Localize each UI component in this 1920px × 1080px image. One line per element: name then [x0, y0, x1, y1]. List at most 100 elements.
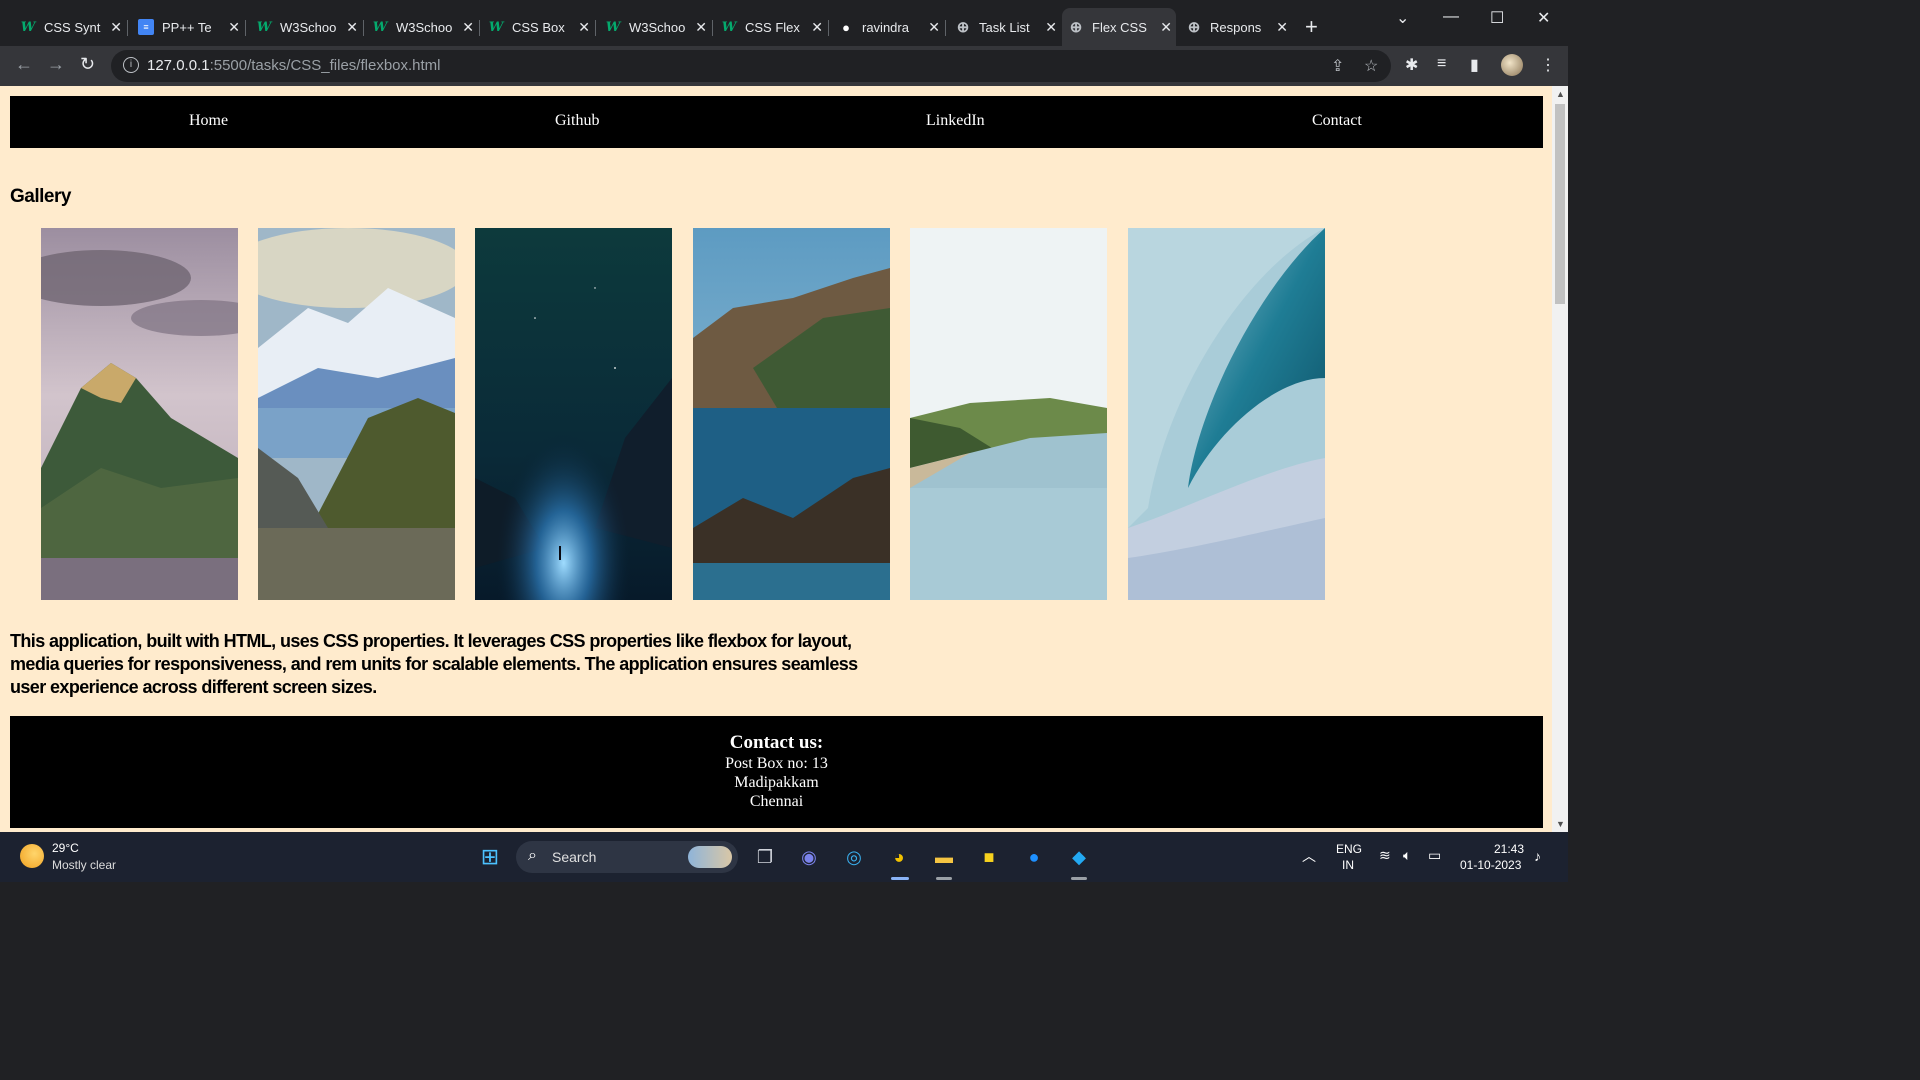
site-info-icon[interactable]: i: [123, 57, 139, 73]
region-indicator[interactable]: IN: [1342, 858, 1354, 872]
gallery-image-wave: [1128, 228, 1325, 600]
page-scrollbar[interactable]: ▲ ▼: [1552, 86, 1568, 832]
gallery-heading: Gallery: [10, 186, 71, 207]
bookmark-star-icon[interactable]: ☆: [1364, 56, 1378, 76]
maximize-icon[interactable]: ☐: [1490, 8, 1504, 28]
minimize-icon[interactable]: —: [1443, 8, 1459, 26]
new-tab-plus-icon[interactable]: +: [1305, 14, 1318, 40]
browser-tab[interactable]: W CSS Box ✕: [482, 12, 596, 42]
browser-tab-active[interactable]: ⊕ Flex CSS ✕: [1062, 8, 1176, 46]
docs-icon: ≡: [138, 19, 154, 35]
address-bar[interactable]: i 127.0.0.1:5500/tasks/CSS_files/flexbox…: [111, 50, 1391, 82]
browser-tab[interactable]: W W3Schoo ✕: [366, 12, 480, 42]
search-placeholder: Search: [552, 849, 597, 865]
close-icon[interactable]: ✕: [110, 19, 122, 36]
active-app-indicator: [891, 877, 909, 880]
taskbar-search[interactable]: ⌕ Search: [516, 841, 738, 873]
chrome-browser-icon[interactable]: ◕: [886, 844, 912, 870]
tab-title: W3Schoo: [629, 19, 686, 35]
windows-start-icon[interactable]: ⊞: [477, 844, 503, 870]
tab-title: W3Schoo: [280, 19, 337, 35]
close-icon[interactable]: ✕: [462, 19, 474, 36]
search-icon: ⌕: [528, 847, 537, 864]
weather-moon-icon[interactable]: [20, 844, 44, 868]
browser-tab[interactable]: ⊕ Task List ✕: [949, 12, 1061, 42]
close-icon[interactable]: ✕: [1045, 19, 1057, 36]
scroll-down-arrow-icon[interactable]: ▼: [1556, 819, 1565, 829]
notification-bell-icon[interactable]: ♪: [1534, 848, 1541, 864]
tab-title: CSS Synt: [44, 19, 101, 35]
site-navbar: Home Github LinkedIn Contact: [10, 96, 1543, 148]
footer-contact-title: Contact us:: [729, 732, 824, 753]
vscode-icon[interactable]: ◆: [1066, 844, 1092, 870]
url-host: 127.0.0.1: [147, 57, 210, 74]
file-explorer-icon[interactable]: ▬: [931, 844, 957, 870]
language-indicator[interactable]: ENG: [1336, 842, 1362, 856]
nav-home-link[interactable]: Home: [189, 112, 228, 130]
browser-tab[interactable]: ⊕ Respons ✕: [1180, 12, 1292, 42]
browser-tab[interactable]: W CSS Flex ✕: [715, 12, 829, 42]
reload-icon[interactable]: ↻: [80, 54, 95, 75]
browser-tab[interactable]: W W3Schoo ✕: [250, 12, 364, 42]
url-path: :5500/tasks/CSS_files/flexbox.html: [209, 57, 441, 74]
nav-linkedin-link[interactable]: LinkedIn: [926, 112, 985, 130]
w3schools-icon: W: [605, 19, 621, 35]
side-panel-icon[interactable]: ▮: [1470, 55, 1479, 75]
tab-search-chevron-icon[interactable]: ⌄: [1396, 8, 1409, 28]
tab-title: CSS Flex: [745, 19, 800, 35]
window-close-icon[interactable]: ✕: [1537, 8, 1550, 28]
browser-tab[interactable]: ● ravindra ✕: [832, 12, 946, 42]
nav-contact-link[interactable]: Contact: [1312, 112, 1362, 130]
volume-icon[interactable]: 🔈︎: [1403, 847, 1411, 864]
w3schools-icon: W: [256, 19, 272, 35]
close-icon[interactable]: ✕: [1160, 19, 1172, 36]
app-icon[interactable]: ●: [1021, 844, 1047, 870]
browser-tab[interactable]: W W3Schoo ✕: [599, 12, 713, 42]
close-icon[interactable]: ✕: [578, 19, 590, 36]
close-icon[interactable]: ✕: [346, 19, 358, 36]
tab-title: Respons: [1210, 19, 1262, 35]
profile-avatar[interactable]: [1501, 54, 1523, 76]
forward-arrow-icon[interactable]: →: [47, 54, 65, 75]
footer-address-line: Chennai: [749, 793, 804, 810]
close-icon[interactable]: ✕: [695, 19, 707, 36]
url-text[interactable]: 127.0.0.1:5500/tasks/CSS_files/flexbox.h…: [147, 57, 441, 74]
clock-time[interactable]: 21:43: [1494, 842, 1524, 856]
extensions-puzzle-icon[interactable]: ✱: [1405, 55, 1418, 75]
media-control-icon[interactable]: ≡: [1437, 55, 1446, 73]
tab-title: ravindra: [862, 19, 909, 35]
close-icon[interactable]: ✕: [811, 19, 823, 36]
tab-title: CSS Box: [512, 19, 565, 35]
tray-chevron-up-icon[interactable]: ︿: [1302, 846, 1316, 866]
task-view-icon[interactable]: ❐: [752, 844, 778, 870]
app-description: This application, built with HTML, uses …: [10, 631, 858, 697]
back-arrow-icon[interactable]: ←: [15, 54, 33, 75]
globe-icon: ⊕: [1187, 19, 1201, 36]
close-icon[interactable]: ✕: [1276, 19, 1288, 36]
clock-date[interactable]: 01-10-2023: [1460, 858, 1521, 872]
scrollbar-thumb[interactable]: [1555, 104, 1565, 304]
sticky-notes-icon[interactable]: ■: [976, 844, 1002, 870]
browser-tab[interactable]: W CSS Synt ✕: [14, 12, 128, 42]
gallery-image-mountain: [41, 228, 238, 600]
windows-taskbar: 29°C Mostly clear ⊞ ⌕ Search ❐ ◉ ◎ ◕ ▬ ■…: [0, 832, 1568, 882]
search-highlight-image: [688, 846, 732, 868]
battery-icon[interactable]: ▭: [1428, 847, 1441, 864]
kebab-menu-icon[interactable]: ⋮: [1540, 55, 1556, 75]
scroll-up-arrow-icon[interactable]: ▲: [1556, 89, 1565, 99]
browser-tab-strip: W CSS Synt ✕ ≡ PP++ Te ✕ W W3Schoo ✕ W W…: [0, 0, 1568, 46]
close-icon[interactable]: ✕: [228, 19, 240, 36]
weather-temperature[interactable]: 29°C: [52, 841, 79, 855]
edge-browser-icon[interactable]: ◎: [841, 844, 867, 870]
w3schools-icon: W: [488, 19, 504, 35]
close-icon[interactable]: ✕: [928, 19, 940, 36]
share-icon[interactable]: ⇪: [1331, 56, 1344, 76]
tab-title: Task List: [979, 19, 1030, 35]
w3schools-icon: W: [20, 19, 36, 35]
weather-description[interactable]: Mostly clear: [52, 858, 116, 872]
teams-chat-icon[interactable]: ◉: [796, 844, 822, 870]
browser-toolbar: ← → ↻ i 127.0.0.1:5500/tasks/CSS_files/f…: [0, 46, 1568, 86]
browser-tab[interactable]: ≡ PP++ Te ✕: [132, 12, 246, 42]
wifi-icon[interactable]: ≋: [1379, 847, 1391, 864]
nav-github-link[interactable]: Github: [555, 112, 599, 130]
